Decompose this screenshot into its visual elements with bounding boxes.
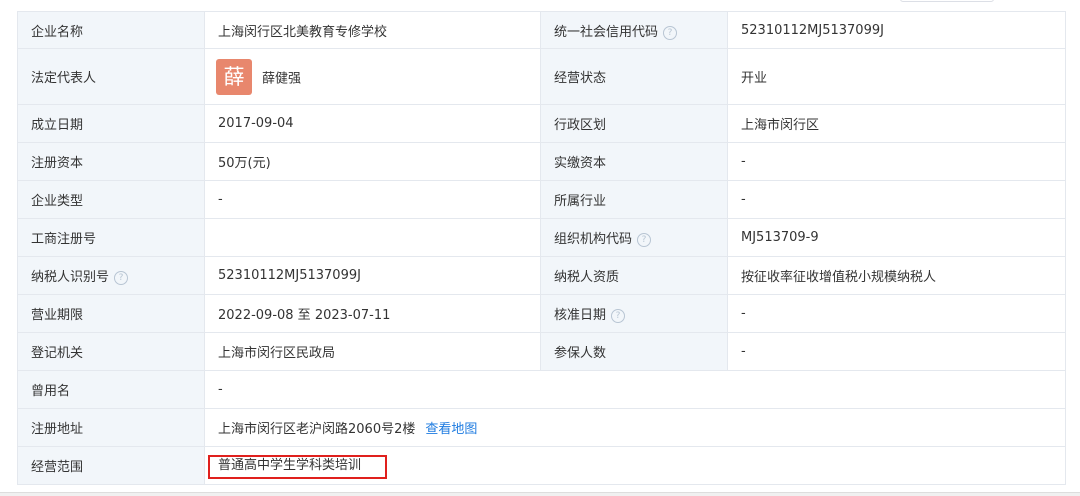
registration-authority-label: 登记机关 <box>17 332 205 371</box>
business-term-label: 营业期限 <box>17 294 205 333</box>
legal-rep-label: 法定代表人 <box>17 48 205 105</box>
legal-rep-name[interactable]: 薛健强 <box>262 71 301 86</box>
registered-capital-value: 50万(元) <box>204 142 541 181</box>
paid-capital-label: 实缴资本 <box>540 142 728 181</box>
bottom-divider <box>0 492 1080 496</box>
avatar[interactable]: 薛 <box>216 58 252 95</box>
view-map-link[interactable]: 查看地图 <box>425 422 477 437</box>
insured-count-label: 参保人数 <box>540 332 728 371</box>
help-icon[interactable]: ? <box>114 271 129 285</box>
registered-address-value: 上海市闵行区老沪闵路2060号2楼 查看地图 <box>204 408 1066 447</box>
approval-date-label: 核准日期? <box>540 294 728 333</box>
business-scope-label: 经营范围 <box>17 446 205 485</box>
taxpayer-id-value: 52310112MJ5137099J <box>204 256 541 295</box>
top-action-button[interactable] <box>900 0 994 2</box>
admin-region-value: 上海市闵行区 <box>727 104 1066 143</box>
taxpayer-qualification-label: 纳税人资质 <box>540 256 728 295</box>
former-name-value: - <box>204 370 1066 409</box>
credit-code-value: 52310112MJ5137099J <box>727 11 1066 49</box>
help-icon[interactable]: ? <box>663 25 678 40</box>
table-row: 法定代表人 薛薛健强 经营状态 开业 <box>17 48 1066 105</box>
registered-capital-label: 注册资本 <box>17 142 205 181</box>
business-scope-highlight: 普通高中学生学科类培训 <box>208 454 388 479</box>
table-row: 企业类型 - 所属行业 - <box>17 180 1066 219</box>
former-name-label: 曾用名 <box>17 370 205 409</box>
table-row: 经营范围 普通高中学生学科类培训 <box>17 446 1066 485</box>
table-row: 工商注册号 组织机构代码? MJ513709-9 <box>17 218 1066 257</box>
founded-date-label: 成立日期 <box>17 104 205 143</box>
business-term-value: 2022-09-08 至 2023-07-11 <box>204 294 541 333</box>
industry-value: - <box>727 180 1066 219</box>
table-row: 营业期限 2022-09-08 至 2023-07-11 核准日期? - <box>17 294 1066 333</box>
company-name-value: 上海闵行区北美教育专修学校 <box>204 11 541 49</box>
admin-region-label: 行政区划 <box>540 104 728 143</box>
table-row: 曾用名 - <box>17 370 1066 409</box>
legal-rep-value: 薛薛健强 <box>204 48 541 105</box>
org-code-label: 组织机构代码? <box>540 218 728 257</box>
table-row: 纳税人识别号? 52310112MJ5137099J 纳税人资质 按征收率征收增… <box>17 256 1066 295</box>
business-status-value: 开业 <box>727 48 1066 105</box>
org-code-value: MJ513709-9 <box>727 218 1066 257</box>
credit-code-label: 统一社会信用代码? <box>540 11 728 49</box>
paid-capital-value: - <box>727 142 1066 181</box>
table-row: 注册地址 上海市闵行区老沪闵路2060号2楼 查看地图 <box>17 408 1066 447</box>
help-icon[interactable]: ? <box>637 233 652 247</box>
table-row: 成立日期 2017-09-04 行政区划 上海市闵行区 <box>17 104 1066 143</box>
registered-address-label: 注册地址 <box>17 408 205 447</box>
business-reg-no-label: 工商注册号 <box>17 218 205 257</box>
table-row: 登记机关 上海市闵行区民政局 参保人数 - <box>17 332 1066 371</box>
founded-date-value: 2017-09-04 <box>204 104 541 143</box>
insured-count-value: - <box>727 332 1066 371</box>
registration-authority-value: 上海市闵行区民政局 <box>204 332 541 371</box>
industry-label: 所属行业 <box>540 180 728 219</box>
approval-date-value: - <box>727 294 1066 333</box>
business-reg-no-value <box>204 218 541 257</box>
company-info-table: 企业名称 上海闵行区北美教育专修学校 统一社会信用代码? 52310112MJ5… <box>17 11 1066 485</box>
table-row: 注册资本 50万(元) 实缴资本 - <box>17 142 1066 181</box>
company-type-value: - <box>204 180 541 219</box>
table-row: 企业名称 上海闵行区北美教育专修学校 统一社会信用代码? 52310112MJ5… <box>17 11 1066 49</box>
taxpayer-id-label: 纳税人识别号? <box>17 256 205 295</box>
business-scope-value: 普通高中学生学科类培训 <box>204 446 1066 485</box>
company-type-label: 企业类型 <box>17 180 205 219</box>
taxpayer-qualification-value: 按征收率征收增值税小规模纳税人 <box>727 256 1066 295</box>
company-name-label: 企业名称 <box>17 11 205 49</box>
business-status-label: 经营状态 <box>540 48 728 105</box>
help-icon[interactable]: ? <box>611 309 626 323</box>
